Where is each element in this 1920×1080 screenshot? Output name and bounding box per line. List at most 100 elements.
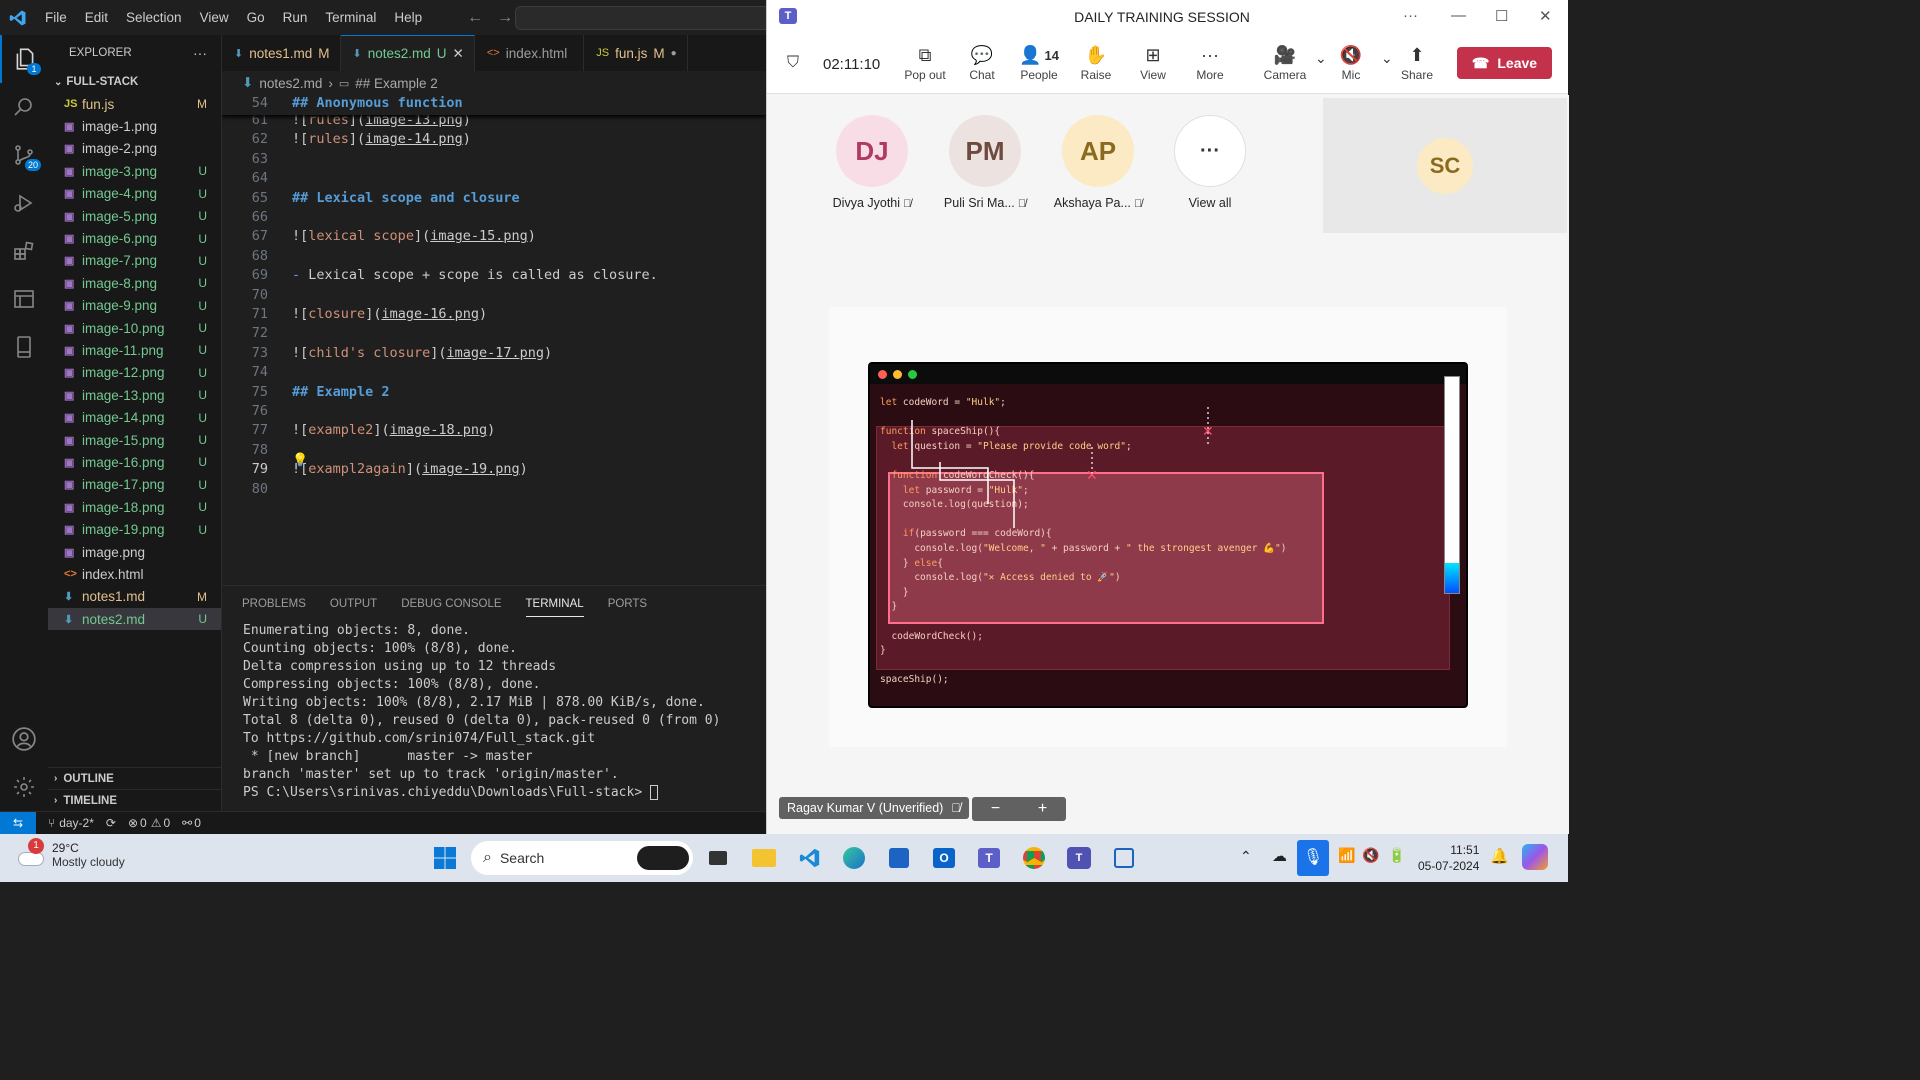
timeline-section[interactable]: › TIMELINE: [48, 789, 221, 811]
file-item[interactable]: ▣ image-5.png U: [48, 205, 221, 227]
menu-item-edit[interactable]: Edit: [76, 10, 117, 25]
toolbar-view-button[interactable]: ⊞ View: [1125, 42, 1181, 83]
file-item[interactable]: ▣ image-13.png U: [48, 384, 221, 406]
code-editor[interactable]: 61 ![rules](image-13.png) 62 ![rules](image…: [222, 95, 766, 585]
file-item[interactable]: ▣ image-16.png U: [48, 451, 221, 473]
file-item[interactable]: ⬇ notes2.md U: [48, 607, 221, 631]
command-center-search[interactable]: [515, 6, 775, 30]
toolbar-camera-button[interactable]: 🎥 Camera: [1257, 42, 1313, 83]
terminal-output[interactable]: Enumerating objects: 8, done. Counting ob…: [222, 622, 766, 802]
snipping-tool-icon[interactable]: [1108, 842, 1140, 874]
panel-tab-ports[interactable]: PORTS: [608, 592, 647, 616]
panel-tab-problems[interactable]: PROBLEMS: [242, 592, 306, 616]
maximize-icon[interactable]: ☐: [1495, 7, 1508, 25]
store-icon[interactable]: [883, 842, 915, 874]
sticky-scroll-header[interactable]: 54 ## Anonymous function: [222, 95, 766, 115]
windows-start-icon[interactable]: [429, 842, 461, 874]
file-item[interactable]: ▣ image-2.png: [48, 138, 221, 160]
participant-tile[interactable]: AP Akshaya Pa... 🎙̸: [1043, 115, 1153, 210]
tab-fun-js[interactable]: JS fun.js M ●: [584, 35, 688, 71]
remote-indicator-icon[interactable]: ⇆: [0, 811, 36, 835]
toolbar-people-button[interactable]: 👤 14 People: [1011, 42, 1067, 83]
lightbulb-icon[interactable]: 💡: [292, 453, 308, 468]
tab-index-html[interactable]: <> index.html: [475, 35, 585, 71]
outlook-icon[interactable]: O: [928, 842, 960, 874]
panel-tab-output[interactable]: OUTPUT: [330, 592, 377, 616]
tab-notes2-md[interactable]: ⬇ notes2.md U ✕: [340, 35, 475, 71]
mic-active-icon[interactable]: 🎙: [1297, 840, 1329, 876]
teams-new-icon[interactable]: T: [1063, 842, 1095, 874]
sync-icon[interactable]: ⟳: [106, 816, 116, 830]
onedrive-icon[interactable]: ☁: [1272, 847, 1287, 865]
search-activity[interactable]: [0, 83, 48, 131]
copilot-icon[interactable]: [1522, 844, 1548, 870]
chrome-icon[interactable]: [1018, 842, 1050, 874]
toolbar-mic-button[interactable]: 🔇 Mic: [1323, 42, 1379, 83]
teams-taskbar-icon[interactable]: T: [973, 842, 1005, 874]
self-video-tile[interactable]: SC: [1323, 98, 1567, 233]
participant-tile[interactable]: DJ Divya Jyothi 🎙̸: [817, 115, 927, 210]
task-view-icon[interactable]: [702, 842, 734, 874]
explorer-activity[interactable]: 1: [0, 35, 48, 83]
menu-item-help[interactable]: Help: [385, 10, 431, 25]
shield-icon[interactable]: ⛉: [787, 54, 799, 72]
forward-arrow-icon[interactable]: →: [497, 9, 513, 27]
branch-name[interactable]: day-2*: [59, 816, 94, 830]
file-item[interactable]: ▣ image-7.png U: [48, 250, 221, 272]
breadcrumb-section[interactable]: ## Example 2: [355, 76, 438, 91]
back-arrow-icon[interactable]: ←: [467, 9, 483, 27]
file-item[interactable]: ▣ image-12.png U: [48, 362, 221, 384]
edge-icon[interactable]: [838, 842, 870, 874]
file-item[interactable]: ▣ image-19.png U: [48, 518, 221, 540]
zoom-out-button[interactable]: −: [991, 800, 1000, 818]
file-item[interactable]: ▣ image-3.png U: [48, 160, 221, 182]
file-item[interactable]: ⬇ notes1.md M: [48, 586, 221, 608]
menu-item-file[interactable]: File: [36, 10, 76, 25]
file-item[interactable]: JS fun.js M: [48, 93, 221, 115]
code-line[interactable]: ![exampl2again](image-19.png): [292, 461, 528, 477]
file-item[interactable]: <> index.html: [48, 563, 221, 585]
close-icon[interactable]: ✕: [453, 46, 464, 62]
minimize-icon[interactable]: —: [1451, 7, 1466, 24]
notification-bell-icon[interactable]: 🔔: [1490, 847, 1509, 865]
toolbar-raise-button[interactable]: ✋ Raise: [1068, 42, 1124, 83]
toolbar-chat-button[interactable]: 💬 Chat: [954, 42, 1010, 83]
run-debug-activity[interactable]: [0, 179, 48, 227]
menu-item-view[interactable]: View: [191, 10, 238, 25]
file-item[interactable]: ▣ image-4.png U: [48, 183, 221, 205]
annotation-toolbar[interactable]: [1444, 376, 1460, 594]
file-explorer-icon[interactable]: [748, 842, 780, 874]
menu-item-run[interactable]: Run: [274, 10, 317, 25]
weather-widget[interactable]: 1 29°C Mostly cloudy: [16, 838, 125, 870]
error-count[interactable]: 0: [140, 816, 147, 830]
file-item[interactable]: ▣ image-18.png U: [48, 496, 221, 518]
file-item[interactable]: ▣ image-10.png U: [48, 317, 221, 339]
workspace-folder[interactable]: ⌄ FULL-STACK: [48, 71, 221, 93]
file-item[interactable]: ▣ image.png: [48, 541, 221, 563]
remote-explorer-activity[interactable]: [0, 275, 48, 323]
menu-item-terminal[interactable]: Terminal: [316, 10, 385, 25]
participant-tile[interactable]: PM Puli Sri Ma... 🎙̸: [930, 115, 1040, 210]
file-item[interactable]: ▣ image-11.png U: [48, 339, 221, 361]
ports-count[interactable]: 0: [194, 816, 201, 830]
code-line[interactable]: ![rules](image-14.png): [292, 131, 471, 147]
code-line[interactable]: - Lexical scope + scope is called as clo…: [292, 267, 658, 283]
accounts-activity[interactable]: [0, 715, 48, 763]
view-all-button[interactable]: ··· View all: [1155, 115, 1265, 210]
tab-notes1-md[interactable]: ⬇ notes1.md M: [222, 35, 341, 71]
file-item[interactable]: ▣ image-1.png: [48, 115, 221, 137]
menu-item-selection[interactable]: Selection: [117, 10, 191, 25]
testing-activity[interactable]: [0, 323, 48, 371]
chevron-up-icon[interactable]: ⌃: [1240, 848, 1252, 865]
file-item[interactable]: ▣ image-17.png U: [48, 474, 221, 496]
source-control-activity[interactable]: 20: [0, 131, 48, 179]
taskbar-search[interactable]: ⌕ Search: [471, 841, 693, 875]
more-options-icon[interactable]: ···: [1403, 7, 1418, 24]
leave-button[interactable]: ☎ Leave: [1457, 47, 1552, 79]
toolbar-more-button[interactable]: ··· More: [1182, 42, 1238, 83]
code-line[interactable]: ![child's closure](image-17.png): [292, 345, 552, 361]
file-item[interactable]: ▣ image-15.png U: [48, 429, 221, 451]
breadcrumb-file[interactable]: notes2.md: [259, 76, 322, 91]
toolbar-share-button[interactable]: ⬆ Share: [1389, 42, 1445, 83]
code-line[interactable]: ![lexical scope](image-15.png): [292, 228, 536, 244]
